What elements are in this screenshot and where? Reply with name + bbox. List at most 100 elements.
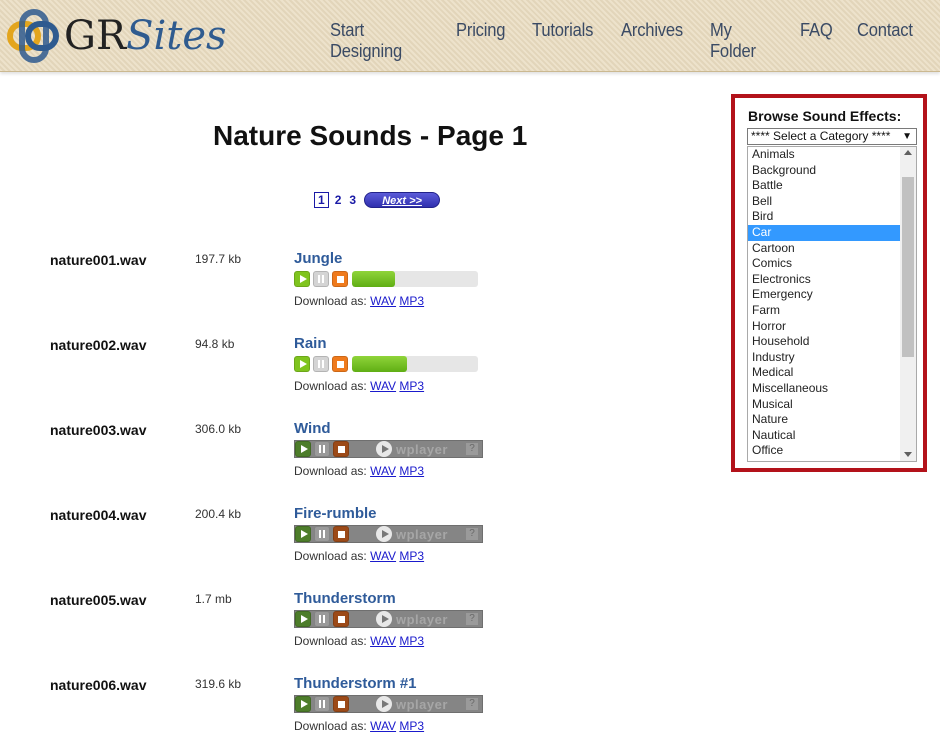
play-icon[interactable] xyxy=(295,611,311,627)
download-label: Download as: xyxy=(294,379,367,393)
category-options: Animals Background Battle Bell Bird Car Cartoo… xyxy=(748,147,916,459)
flash-plugin-area[interactable]: wplayer ? xyxy=(352,696,482,712)
category-option[interactable]: Office xyxy=(748,443,900,459)
scroll-down-arrow-icon[interactable] xyxy=(904,452,912,457)
pause-icon[interactable] xyxy=(313,271,329,287)
listbox-scrollbar[interactable] xyxy=(900,147,916,461)
site-logo-text[interactable]: GRSites xyxy=(64,12,227,60)
page-link-2[interactable]: 2 xyxy=(335,193,342,207)
category-option[interactable]: Car xyxy=(748,224,900,241)
download-wav-link[interactable]: WAV xyxy=(370,464,396,478)
category-option[interactable]: Household xyxy=(748,334,900,350)
play-icon[interactable] xyxy=(295,526,311,542)
sound-title-link[interactable]: Thunderstorm #1 xyxy=(294,675,417,692)
download-mp3-link[interactable]: MP3 xyxy=(399,719,424,733)
category-option[interactable]: Industry xyxy=(748,350,900,366)
nav-pricing[interactable]: Pricing xyxy=(456,20,506,62)
play-icon[interactable] xyxy=(294,356,310,372)
scrollbar-thumb[interactable] xyxy=(902,177,914,357)
sound-title-link[interactable]: Jungle xyxy=(294,250,342,267)
pause-icon[interactable] xyxy=(314,611,330,627)
stop-icon[interactable] xyxy=(333,696,349,712)
interlocked-rings-logo-icon[interactable] xyxy=(6,8,62,64)
category-option[interactable]: Background xyxy=(748,163,900,179)
category-option[interactable]: Medical xyxy=(748,365,900,381)
category-option[interactable]: Battle xyxy=(748,178,900,194)
category-option[interactable]: Animals xyxy=(748,147,900,163)
nav-start-designing[interactable]: Start Designing xyxy=(330,20,426,62)
audio-progress-bar[interactable] xyxy=(352,271,478,287)
nav-tutorials[interactable]: Tutorials xyxy=(532,20,593,62)
flash-plugin-area[interactable]: wplayer ? xyxy=(352,526,482,542)
flash-plugin-area[interactable]: wplayer ? xyxy=(352,611,482,627)
next-page-button[interactable]: Next >> xyxy=(364,192,441,208)
help-icon[interactable]: ? xyxy=(466,698,478,710)
page-title: Nature Sounds - Page 1 xyxy=(213,120,528,151)
download-mp3-link[interactable]: MP3 xyxy=(399,549,424,563)
play-icon[interactable] xyxy=(295,441,311,457)
stop-icon[interactable] xyxy=(332,356,348,372)
stop-icon[interactable] xyxy=(333,526,349,542)
download-mp3-link[interactable]: MP3 xyxy=(399,379,424,393)
download-links: Download as: WAV MP3 xyxy=(294,549,424,563)
sound-title-link[interactable]: Fire-rumble xyxy=(294,505,377,522)
nav-faq[interactable]: FAQ xyxy=(800,20,833,62)
category-option[interactable]: Farm xyxy=(748,303,900,319)
category-option[interactable]: Nature xyxy=(748,412,900,428)
category-listbox[interactable]: Animals Background Battle Bell Bird Car Cartoo… xyxy=(747,146,917,462)
download-wav-link[interactable]: WAV xyxy=(370,549,396,563)
flash-player-label: wplayer xyxy=(396,612,448,627)
sound-filesize: 306.0 kb xyxy=(195,422,242,436)
nav-my-folder[interactable]: My Folder xyxy=(710,20,773,62)
category-option[interactable]: Electronics xyxy=(748,272,900,288)
category-option[interactable]: Musical xyxy=(748,397,900,413)
audio-player xyxy=(294,270,478,288)
download-mp3-link[interactable]: MP3 xyxy=(399,634,424,648)
nav-contact[interactable]: Contact xyxy=(857,20,913,62)
pause-icon[interactable] xyxy=(314,441,330,457)
category-option[interactable]: Nautical xyxy=(748,428,900,444)
sound-title-link[interactable]: Thunderstorm xyxy=(294,590,396,607)
audio-progress-bar[interactable] xyxy=(352,356,478,372)
download-wav-link[interactable]: WAV xyxy=(370,294,396,308)
category-option[interactable]: Emergency xyxy=(748,287,900,303)
download-label: Download as: xyxy=(294,634,367,648)
category-option[interactable]: Miscellaneous xyxy=(748,381,900,397)
category-select[interactable]: **** Select a Category **** ▼ xyxy=(747,128,917,145)
flash-plugin-area[interactable]: wplayer ? xyxy=(352,441,482,457)
category-option[interactable]: Bell xyxy=(748,194,900,210)
help-icon[interactable]: ? xyxy=(466,528,478,540)
download-wav-link[interactable]: WAV xyxy=(370,634,396,648)
stop-icon[interactable] xyxy=(333,611,349,627)
flash-play-circle-icon[interactable] xyxy=(376,441,392,457)
play-icon[interactable] xyxy=(295,696,311,712)
help-icon[interactable]: ? xyxy=(466,613,478,625)
download-mp3-link[interactable]: MP3 xyxy=(399,464,424,478)
stop-icon[interactable] xyxy=(333,441,349,457)
download-links: Download as: WAV MP3 xyxy=(294,379,424,393)
download-mp3-link[interactable]: MP3 xyxy=(399,294,424,308)
flash-play-circle-icon[interactable] xyxy=(376,696,392,712)
category-option[interactable]: Cartoon xyxy=(748,241,900,257)
category-option[interactable]: Comics xyxy=(748,256,900,272)
pause-icon[interactable] xyxy=(314,696,330,712)
download-label: Download as: xyxy=(294,294,367,308)
category-option[interactable]: Horror xyxy=(748,319,900,335)
pause-icon[interactable] xyxy=(314,526,330,542)
sound-title-link[interactable]: Wind xyxy=(294,420,331,437)
download-label: Download as: xyxy=(294,719,367,733)
category-option[interactable]: Bird xyxy=(748,209,900,225)
nav-archives[interactable]: Archives xyxy=(621,20,683,62)
stop-icon[interactable] xyxy=(332,271,348,287)
pause-icon[interactable] xyxy=(313,356,329,372)
page-link-3[interactable]: 3 xyxy=(349,193,356,207)
download-wav-link[interactable]: WAV xyxy=(370,719,396,733)
dropdown-arrow-icon: ▼ xyxy=(902,131,912,142)
play-icon[interactable] xyxy=(294,271,310,287)
flash-play-circle-icon[interactable] xyxy=(376,526,392,542)
help-icon[interactable]: ? xyxy=(466,443,478,455)
download-wav-link[interactable]: WAV xyxy=(370,379,396,393)
flash-play-circle-icon[interactable] xyxy=(376,611,392,627)
scroll-up-arrow-icon[interactable] xyxy=(904,150,912,155)
sound-title-link[interactable]: Rain xyxy=(294,335,327,352)
